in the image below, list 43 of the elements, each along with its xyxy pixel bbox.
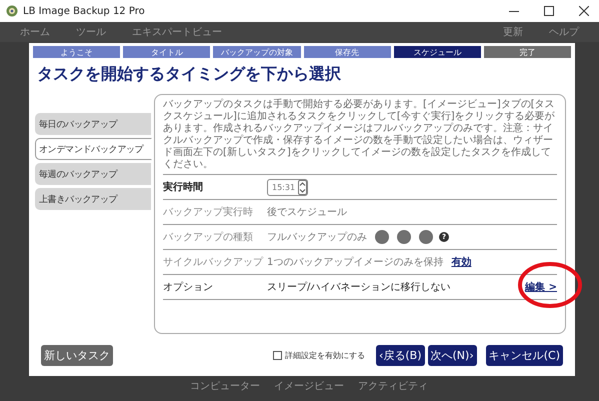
- row-label: バックアップの種類: [163, 230, 254, 244]
- wizard-step[interactable]: 保存先: [304, 46, 391, 58]
- menu-link[interactable]: ヘルプ: [549, 25, 579, 39]
- wizard-heading: タスクを開始するタイミングを下から選択: [37, 64, 342, 85]
- new-task-button[interactable]: 新しいタスク: [41, 345, 113, 366]
- row-value: フルバックアップのみ: [267, 230, 367, 244]
- maximize-icon[interactable]: [544, 6, 554, 16]
- app-logo-icon: [6, 5, 18, 17]
- schedule-tab[interactable]: 毎日のバックアップ: [35, 113, 151, 135]
- row-value: 1つのバックアップイメージのみを保持: [267, 256, 444, 269]
- nav-button[interactable]: ‹戻る(B): [376, 345, 425, 366]
- row-label: サイクルバックアップ: [163, 256, 264, 269]
- wizard-step[interactable]: バックアップの対象: [213, 46, 301, 58]
- advanced-checkbox[interactable]: [272, 351, 282, 360]
- menu-link[interactable]: 更新: [503, 25, 523, 39]
- wizard-step[interactable]: スケジュール: [394, 46, 481, 58]
- nav-button[interactable]: キャンセル(C): [486, 345, 563, 366]
- row-value: スリープ/ハイバネーションに移行しない: [267, 280, 450, 294]
- schedule-tab[interactable]: オンデマンドバックアップ: [35, 138, 152, 160]
- menu-tab[interactable]: エキスパートビュー: [132, 25, 222, 39]
- row-label: オプション: [163, 280, 214, 294]
- schedule-tab[interactable]: 毎週のバックアップ: [35, 163, 151, 185]
- description-text: バックアップのタスクは手動で開始する必要があります。[イメージビュー]タブの[タスクスケジュール]に追加されるタスクをクリックして[今すぐ実行]をクリックする必要があります。作成されるバックアップイメージはフルバックアップのみです。注意：サイクルバックアップで作成・保存するイメージの数を手動で設定したい場合は、ウィザード画面左下の[新しいタスク]をクリックしてイメージの数を設定したタスクを作成してください。: [163, 99, 557, 175]
- row-label: 実行時間: [163, 180, 204, 194]
- view-tab[interactable]: コンピューター: [190, 379, 260, 393]
- row-label: バックアップ実行時: [163, 206, 254, 219]
- time-spinner[interactable]: 15:31: [267, 178, 308, 196]
- wizard-step[interactable]: タイトル: [123, 46, 210, 58]
- edit-link[interactable]: 編集 >: [525, 280, 557, 294]
- wizard-step[interactable]: ようこそ: [33, 46, 120, 58]
- row-value: 後でスケジュール: [267, 206, 347, 219]
- radio-dot-icon[interactable]: [375, 230, 389, 244]
- close-icon[interactable]: [579, 6, 589, 16]
- radio-dot-icon[interactable]: [419, 230, 433, 244]
- view-tab[interactable]: イメージビュー: [274, 379, 344, 393]
- menu-tab[interactable]: ツール: [76, 25, 106, 39]
- view-tab[interactable]: アクティビティ: [358, 379, 428, 393]
- nav-button[interactable]: 次へ(N)›: [428, 345, 477, 366]
- radio-dot-icon[interactable]: [397, 230, 411, 244]
- schedule-tab[interactable]: 上書きバックアップ: [35, 188, 151, 210]
- checkbox-label: 詳細設定を有効にする: [284, 350, 365, 361]
- menu-tab[interactable]: ホーム: [20, 25, 50, 39]
- window-title: LB Image Backup 12 Pro: [23, 6, 146, 16]
